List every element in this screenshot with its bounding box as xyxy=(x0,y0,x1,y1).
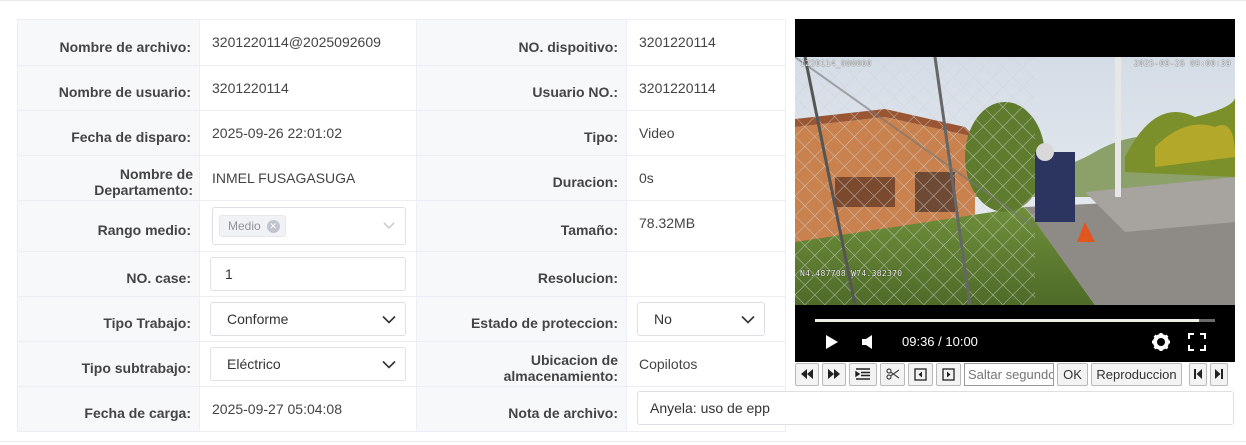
rango-medio-cell: Medio ✕ xyxy=(199,200,417,252)
label-nombre-archivo: Nombre de archivo: xyxy=(17,19,200,66)
osd-file-id: 1220114_000000 xyxy=(800,59,872,68)
video-frame xyxy=(795,57,1235,305)
value-nombre-usuario: 3201220114 xyxy=(199,65,417,111)
scissors-icon[interactable] xyxy=(880,362,905,386)
no-case-input[interactable]: 1 xyxy=(210,257,406,291)
settings-icon[interactable] xyxy=(1151,332,1171,357)
media-detail-panel: Nombre de archivo: 3201220114@2025092609… xyxy=(0,0,1246,445)
video-time: 09:36 / 10:00 xyxy=(902,334,978,349)
osd-gps: N4.487708 W74.382370 xyxy=(800,269,903,278)
ok-button[interactable]: OK xyxy=(1057,362,1088,386)
chevron-down-icon xyxy=(381,356,397,372)
tipo-subtrabajo-cell: Eléctrico xyxy=(199,341,417,387)
label-no-dispositivo: NO. dispoitivo: xyxy=(416,19,627,66)
chevron-down-icon xyxy=(381,217,397,233)
label-nombre-usuario: Nombre de usuario: xyxy=(17,65,200,111)
value-fecha-carga: 2025-09-27 05:04:08 xyxy=(199,386,417,432)
value-nombre-archivo: 3201220114@2025092609 xyxy=(199,19,417,66)
label-nota: Nota de archivo: xyxy=(416,386,627,432)
video-progress-fill xyxy=(815,319,1199,322)
label-no-case: NO. case: xyxy=(17,251,200,297)
tipo-trabajo-select[interactable]: Conforme xyxy=(210,302,406,336)
reproduccion-button[interactable]: Reproduccion xyxy=(1091,362,1182,386)
label-rango-medio: Rango medio: xyxy=(17,200,200,252)
play-icon[interactable] xyxy=(825,334,839,355)
value-tipo: Video xyxy=(626,110,786,156)
label-usuario-no: Usuario NO.: xyxy=(416,65,627,111)
label-resolucion: Resolucion: xyxy=(416,251,627,297)
osd-timestamp: 2025-09-26 09:00:39 xyxy=(1133,59,1231,68)
volume-icon[interactable] xyxy=(861,334,875,355)
estado-proteccion-select[interactable]: No xyxy=(637,302,765,336)
label-departamento: Nombre de Departamento: xyxy=(17,155,200,201)
value-usuario-no: 3201220114 xyxy=(626,65,786,111)
estado-proteccion-cell: No xyxy=(626,296,786,342)
tag-close-icon[interactable]: ✕ xyxy=(266,219,280,233)
value-resolucion xyxy=(626,251,786,297)
skip-end-icon[interactable] xyxy=(1210,362,1228,386)
no-case-cell: 1 xyxy=(199,251,417,297)
nota-archivo-value: Anyela: uso de epp xyxy=(650,400,770,416)
fullscreen-icon[interactable] xyxy=(1188,333,1206,356)
tipo-trabajo-cell: Conforme xyxy=(199,296,417,342)
skip-seconds-input[interactable] xyxy=(964,362,1054,386)
value-no-dispositivo: 3201220114 xyxy=(626,19,786,66)
file-info-table: Nombre de archivo: 3201220114@2025092609… xyxy=(17,19,786,432)
label-duracion: Duracion: xyxy=(416,155,627,201)
chevron-down-icon xyxy=(381,311,397,327)
bottom-divider xyxy=(0,441,1246,442)
label-fecha-disparo: Fecha de disparo: xyxy=(17,110,200,156)
tipo-subtrabajo-select[interactable]: Eléctrico xyxy=(210,347,406,381)
value-fecha-disparo: 2025-09-26 22:01:02 xyxy=(199,110,417,156)
no-case-value: 1 xyxy=(225,266,233,282)
label-estado-proteccion: Estado de proteccion: xyxy=(416,296,627,342)
value-duracion: 0s xyxy=(626,155,786,201)
label-tamano: Tamaño: xyxy=(416,200,627,252)
estado-proteccion-value: No xyxy=(654,311,672,327)
video-toolbar: OK Reproduccion xyxy=(795,362,1235,386)
video-player[interactable]: 1220114_000000 2025-09-26 09:00:39 N4.48… xyxy=(795,19,1235,362)
list-icon[interactable] xyxy=(849,362,877,386)
next-frame-icon[interactable] xyxy=(936,362,961,386)
label-tipo-trabajo: Tipo Trabajo: xyxy=(17,296,200,342)
video-progress-bar[interactable] xyxy=(815,319,1215,322)
value-ubicacion: Copilotos xyxy=(626,341,786,387)
nota-archivo-input[interactable]: Anyela: uso de epp xyxy=(637,391,1234,425)
top-divider xyxy=(0,0,1246,1)
rewind-icon[interactable] xyxy=(795,362,819,386)
skip-start-icon[interactable] xyxy=(1189,362,1207,386)
label-tipo: Tipo: xyxy=(416,110,627,156)
prev-frame-icon[interactable] xyxy=(908,362,933,386)
tipo-subtrabajo-value: Eléctrico xyxy=(227,356,281,372)
rango-medio-tag-label: Medio xyxy=(228,219,261,233)
chevron-down-icon xyxy=(740,311,756,327)
value-tamano: 78.32MB xyxy=(626,200,786,252)
label-tipo-subtrabajo: Tipo subtrabajo: xyxy=(17,341,200,387)
rango-medio-tag: Medio ✕ xyxy=(219,215,286,237)
label-fecha-carga: Fecha de carga: xyxy=(17,386,200,432)
label-ubicacion: Ubicacion de almacenamiento: xyxy=(416,341,627,387)
fast-forward-icon[interactable] xyxy=(822,362,846,386)
rango-medio-select[interactable]: Medio ✕ xyxy=(212,207,406,245)
tipo-trabajo-value: Conforme xyxy=(227,311,289,327)
value-departamento: INMEL FUSAGASUGA xyxy=(199,155,417,201)
